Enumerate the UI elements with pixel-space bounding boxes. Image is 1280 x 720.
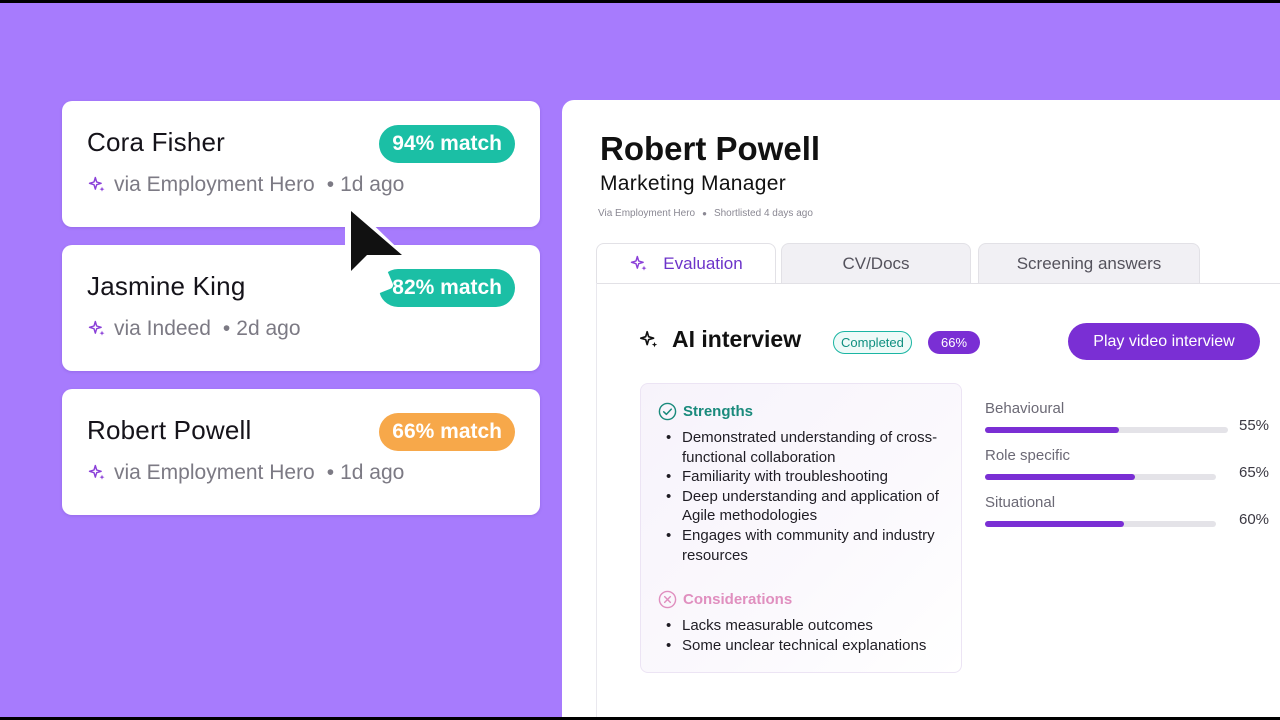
match-badge: 66% match: [379, 413, 515, 451]
score-fill: [985, 427, 1119, 433]
strengths-heading: Strengths: [658, 402, 753, 421]
candidate-card-jasmine-king[interactable]: Jasmine King 82% match via Indeed • 2d a…: [62, 245, 540, 371]
candidate-name: Robert Powell: [87, 415, 252, 445]
candidate-card-robert-powell[interactable]: Robert Powell 66% match via Employment H…: [62, 389, 540, 515]
score-label: Situational: [985, 494, 1056, 511]
list-item: Some unclear technical explanations: [666, 636, 926, 656]
tab-label: CV/Docs: [842, 253, 910, 273]
candidate-meta: via Employment Hero • 1d ago: [87, 173, 404, 197]
score-track: [985, 427, 1228, 433]
candidate-source: via Employment Hero: [114, 173, 315, 196]
tab-cv-docs[interactable]: CV/Docs: [781, 243, 971, 283]
candidate-meta: via Employment Hero • 1d ago: [87, 461, 404, 485]
match-badge: 94% match: [379, 125, 515, 163]
score-track: [985, 521, 1216, 527]
list-item: Demonstrated understanding of cross-func…: [666, 428, 961, 467]
tab-evaluation[interactable]: Evaluation: [596, 243, 776, 283]
candidate-time: 1d ago: [340, 173, 405, 196]
score-row-situational: Situational 60%: [985, 494, 1280, 538]
list-item: Engages with community and industry reso…: [666, 526, 961, 565]
sparkle-icon: [88, 464, 105, 480]
score-value: 65%: [1239, 464, 1270, 481]
detail-shortlisted: Shortlisted 4 days ago: [713, 208, 813, 219]
list-item: Lacks measurable outcomes: [666, 616, 926, 636]
candidate-meta: via Indeed • 2d ago: [87, 317, 301, 341]
strengths-list: Demonstrated understanding of cross-func…: [666, 428, 961, 565]
status-badge: Completed: [833, 331, 912, 354]
detail-name: Robert Powell: [600, 130, 821, 167]
score-row-role-specific: Role specific 65%: [985, 447, 1280, 491]
candidate-card-cora-fisher[interactable]: Cora Fisher 94% match via Employment Her…: [62, 101, 540, 227]
sparkle-icon: [88, 320, 105, 336]
score-fill: [985, 474, 1136, 480]
detail-source: Via Employment Hero: [598, 208, 696, 219]
sparkle-icon: [631, 255, 647, 271]
considerations-list: Lacks measurable outcomes Some unclear t…: [666, 616, 926, 655]
list-item: Deep understanding and application of Ag…: [666, 487, 961, 526]
ai-interview-heading: AI interview: [638, 326, 801, 353]
score-value: 60%: [1239, 511, 1270, 528]
score-label: Behavioural: [985, 400, 1065, 417]
candidate-detail-panel: Robert Powell Marketing Manager Via Empl…: [562, 100, 1280, 717]
sparkle-icon: [88, 176, 105, 192]
candidate-time: 1d ago: [340, 461, 405, 484]
considerations-heading: Considerations: [658, 590, 792, 609]
tab-divider: [596, 283, 1280, 284]
tab-label: Screening answers: [1016, 253, 1162, 273]
score-row-behavioural: Behavioural 55%: [985, 400, 1280, 444]
ai-interview-title: AI interview: [672, 326, 802, 352]
app-stage: Cora Fisher 94% match via Employment Her…: [0, 3, 1280, 717]
content-border: [596, 283, 597, 717]
play-video-interview-button[interactable]: Play video interview: [1068, 323, 1260, 360]
list-item: Familiarity with troubleshooting: [666, 467, 961, 487]
score-value: 55%: [1239, 417, 1270, 434]
score-label: Role specific: [985, 447, 1071, 464]
x-circle-icon: [658, 590, 677, 609]
sparkle-icon: [639, 330, 658, 347]
candidate-source: via Employment Hero: [114, 461, 315, 484]
strengths-label: Strengths: [683, 403, 754, 420]
candidate-name: Cora Fisher: [87, 127, 226, 157]
considerations-label: Considerations: [683, 591, 793, 608]
candidate-source: via Indeed: [114, 317, 211, 340]
candidate-name: Jasmine King: [87, 271, 246, 301]
tab-screening-answers[interactable]: Screening answers: [978, 243, 1200, 283]
cursor-arrow-icon: [345, 203, 405, 293]
strengths-considerations-box: Strengths Demonstrated understanding of …: [640, 383, 962, 673]
tab-label: Evaluation: [663, 253, 743, 273]
detail-meta: Via Employment Hero ● Shortlisted 4 days…: [598, 208, 813, 219]
check-circle-icon: [658, 402, 677, 421]
score-track: [985, 474, 1216, 480]
score-fill: [985, 521, 1124, 527]
score-badge: 66%: [928, 331, 981, 354]
candidate-time: 2d ago: [236, 317, 301, 340]
detail-role: Marketing Manager: [600, 172, 787, 195]
